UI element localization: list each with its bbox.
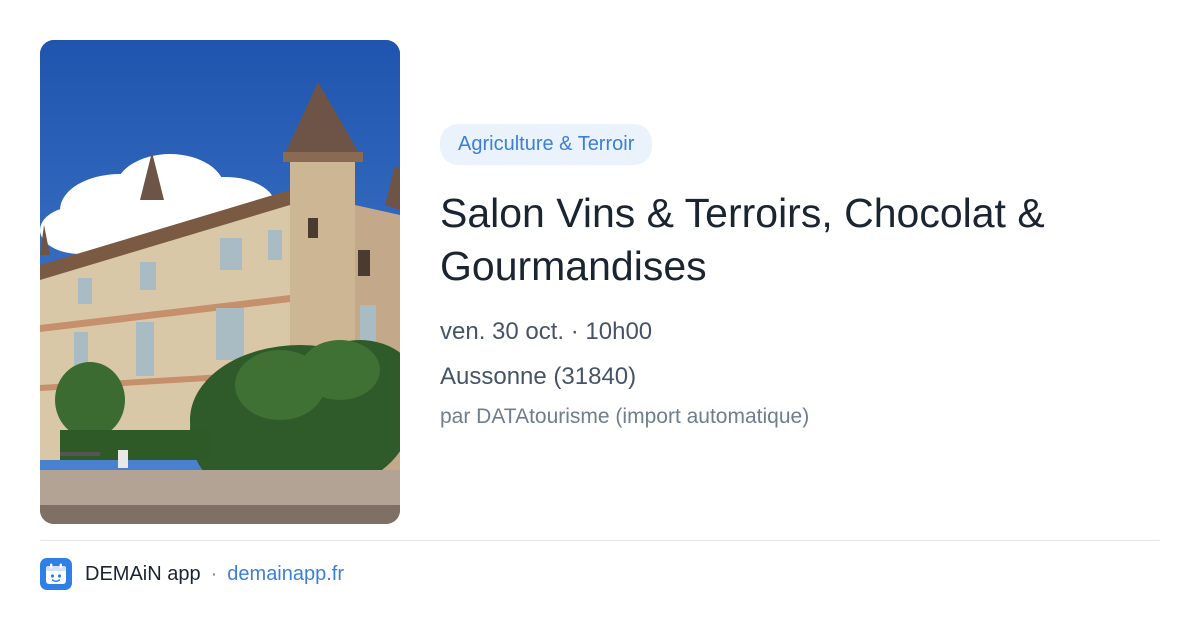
demain-app-icon[interactable] [40,558,72,590]
app-website-link[interactable]: demainapp.fr [227,563,344,586]
event-photo [40,40,400,524]
footer: DEMAiN app · demainapp.fr [40,558,344,590]
event-date-time: ven. 30 oct. · 10h00 [440,318,653,345]
category-badge[interactable]: Agriculture & Terroir [440,124,653,165]
footer-separator: · [210,562,218,585]
app-name: DEMAiN app [85,562,201,585]
footer-divider [40,540,1160,541]
event-location: Aussonne (31840) [440,363,637,390]
event-title: Salon Vins & Terroirs, Chocolat & Gourma… [440,190,1045,289]
event-source: par DATAtourisme (import automatique) [440,405,810,428]
event-card: Agriculture & Terroir Salon Vins & Terro… [0,0,1200,630]
event-details: Agriculture & Terroir Salon Vins & Terro… [440,124,1160,430]
